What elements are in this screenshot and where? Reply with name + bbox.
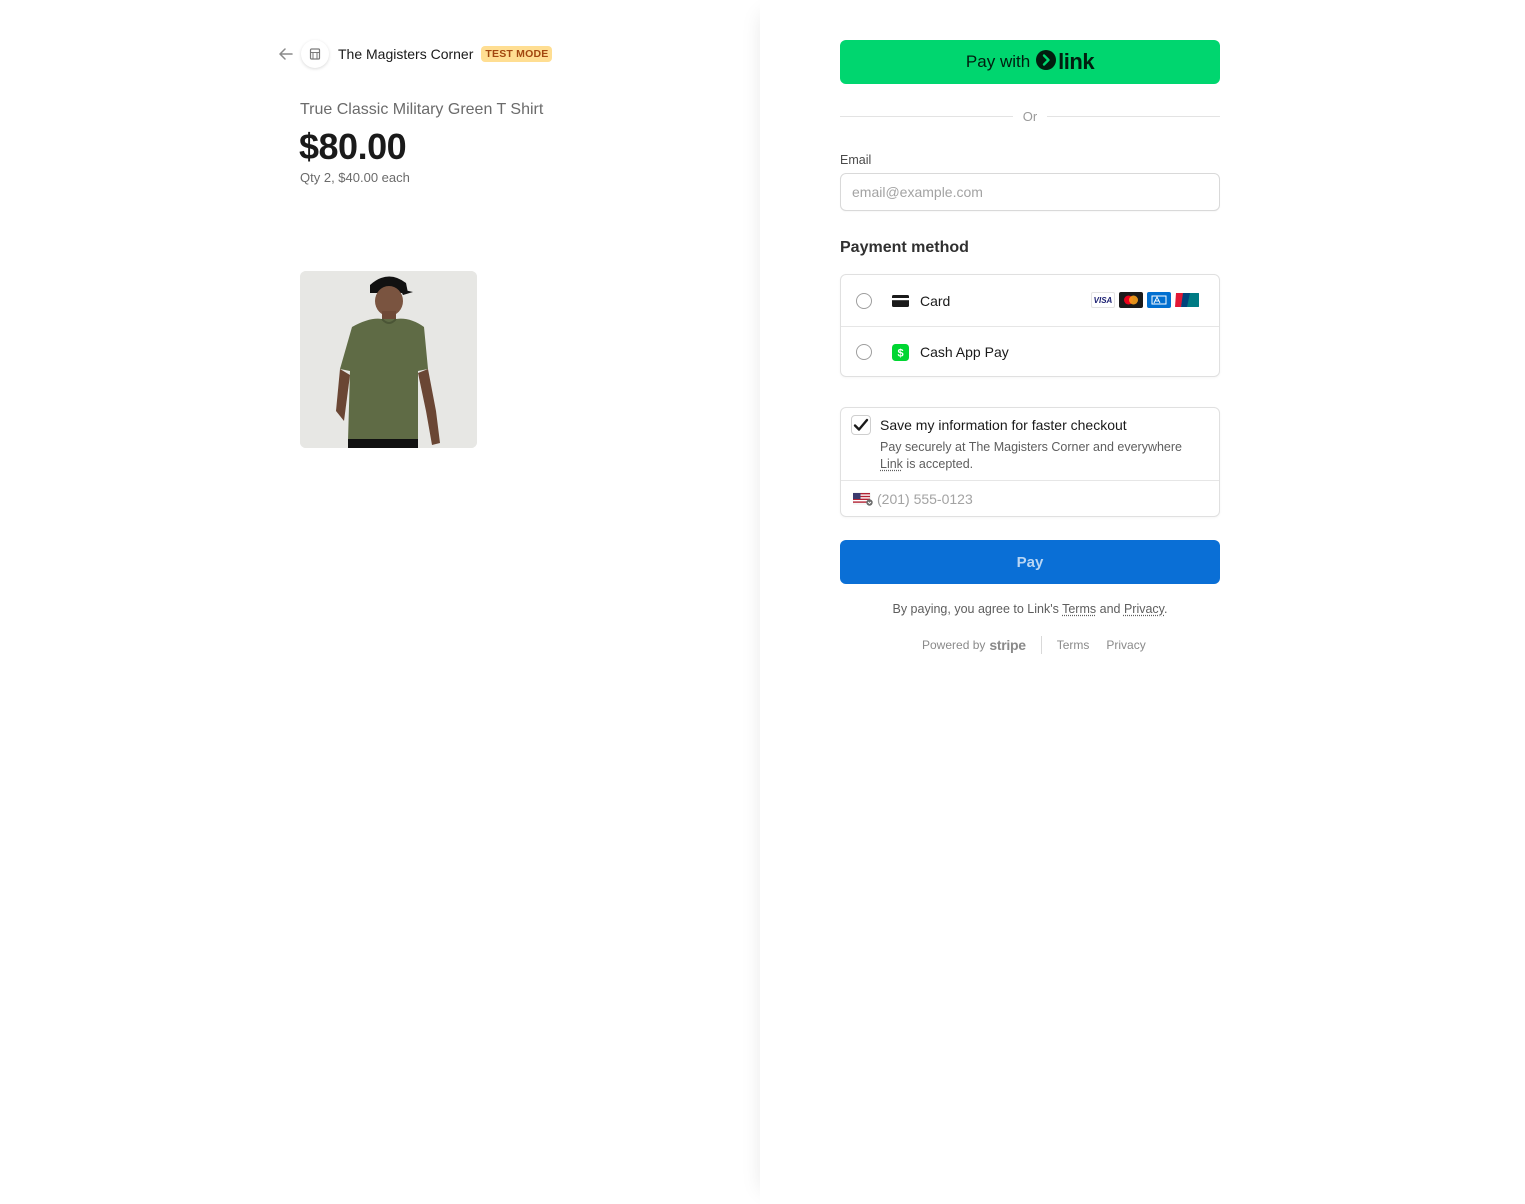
product-name: True Classic Military Green T Shirt — [300, 101, 544, 118]
link-logo-text: link — [1058, 49, 1095, 74]
svg-text:$: $ — [897, 347, 903, 359]
cash-app-label: Cash App Pay — [920, 344, 1009, 360]
or-text: Or — [1022, 108, 1038, 124]
card-brands: VISA — [1091, 292, 1199, 308]
cash-app-radio[interactable] — [856, 344, 872, 360]
divider-line — [1047, 115, 1221, 117]
link-terms-link[interactable]: Terms — [1062, 602, 1096, 616]
product-image — [300, 271, 477, 448]
svg-text:VISA: VISA — [1094, 296, 1113, 304]
divider-line — [840, 115, 1013, 117]
stripe-logo: stripe — [989, 637, 1026, 653]
save-info-description: Pay securely at The Magisters Corner and… — [880, 439, 1200, 473]
footer: Powered by stripe Terms Privacy — [922, 636, 1146, 654]
card-label: Card — [920, 292, 951, 309]
email-input[interactable] — [840, 173, 1220, 211]
link-logo: link — [1036, 49, 1095, 75]
agreement-text: By paying, you agree to Link's Terms and… — [840, 602, 1220, 616]
amex-icon — [1147, 292, 1171, 308]
payment-method-heading: Payment method — [840, 239, 969, 256]
us-flag-icon[interactable] — [852, 492, 873, 506]
agreement-and: and — [1096, 602, 1124, 616]
save-info-box: Save my information for faster checkout … — [840, 407, 1220, 517]
phone-row — [841, 480, 1219, 517]
order-summary-pane: The Magisters Corner TEST MODE True Clas… — [0, 0, 760, 1204]
save-info-checkbox[interactable] — [851, 415, 871, 435]
phone-input[interactable] — [877, 491, 1177, 507]
footer-terms-link[interactable]: Terms — [1057, 638, 1090, 652]
pay-with-label: Pay with — [965, 52, 1031, 71]
store-icon — [301, 40, 329, 68]
payment-option-card[interactable]: Card VISA — [841, 275, 1219, 326]
link-privacy-link[interactable]: Privacy — [1124, 602, 1164, 616]
card-radio[interactable] — [856, 292, 872, 309]
checkout-header: The Magisters Corner TEST MODE — [277, 40, 553, 68]
payment-option-cash-app[interactable]: $ Cash App Pay — [841, 326, 1219, 376]
visa-icon: VISA — [1091, 292, 1115, 308]
agreement-suffix: . — [1164, 602, 1168, 616]
save-info-desc-prefix: Pay securely at The Magisters Corner and… — [880, 440, 1182, 454]
checkmark-icon — [853, 418, 869, 431]
pay-with-link-button[interactable]: Pay with link — [840, 40, 1220, 84]
powered-by-stripe[interactable]: Powered by stripe — [922, 637, 1026, 653]
store-name[interactable]: The Magisters Corner — [338, 46, 473, 62]
footer-privacy-link[interactable]: Privacy — [1106, 638, 1145, 652]
email-label: Email — [840, 153, 872, 167]
cash-app-icon: $ — [891, 343, 909, 361]
quantity-line: Qty 2, $40.00 each — [300, 170, 410, 185]
save-info-desc-suffix: is accepted. — [902, 457, 974, 471]
unionpay-icon — [1175, 292, 1199, 308]
save-info-title: Save my information for faster checkout — [880, 417, 1127, 433]
test-mode-badge: TEST MODE — [481, 46, 553, 62]
pay-button[interactable]: Pay — [840, 540, 1220, 584]
agreement-prefix: By paying, you agree to Link's — [892, 602, 1063, 616]
powered-by-label: Powered by — [922, 638, 986, 652]
link-arrow-icon — [1036, 49, 1057, 75]
mastercard-icon — [1119, 292, 1143, 308]
total-price: $80.00 — [299, 126, 407, 167]
link-info-link[interactable]: Link — [880, 457, 903, 471]
or-divider: Or — [840, 107, 1221, 125]
payment-method-options: Card VISA $ Cash App Pay — [840, 274, 1220, 377]
footer-separator — [1040, 636, 1042, 654]
card-icon — [891, 292, 909, 310]
back-arrow-icon[interactable] — [277, 45, 295, 63]
